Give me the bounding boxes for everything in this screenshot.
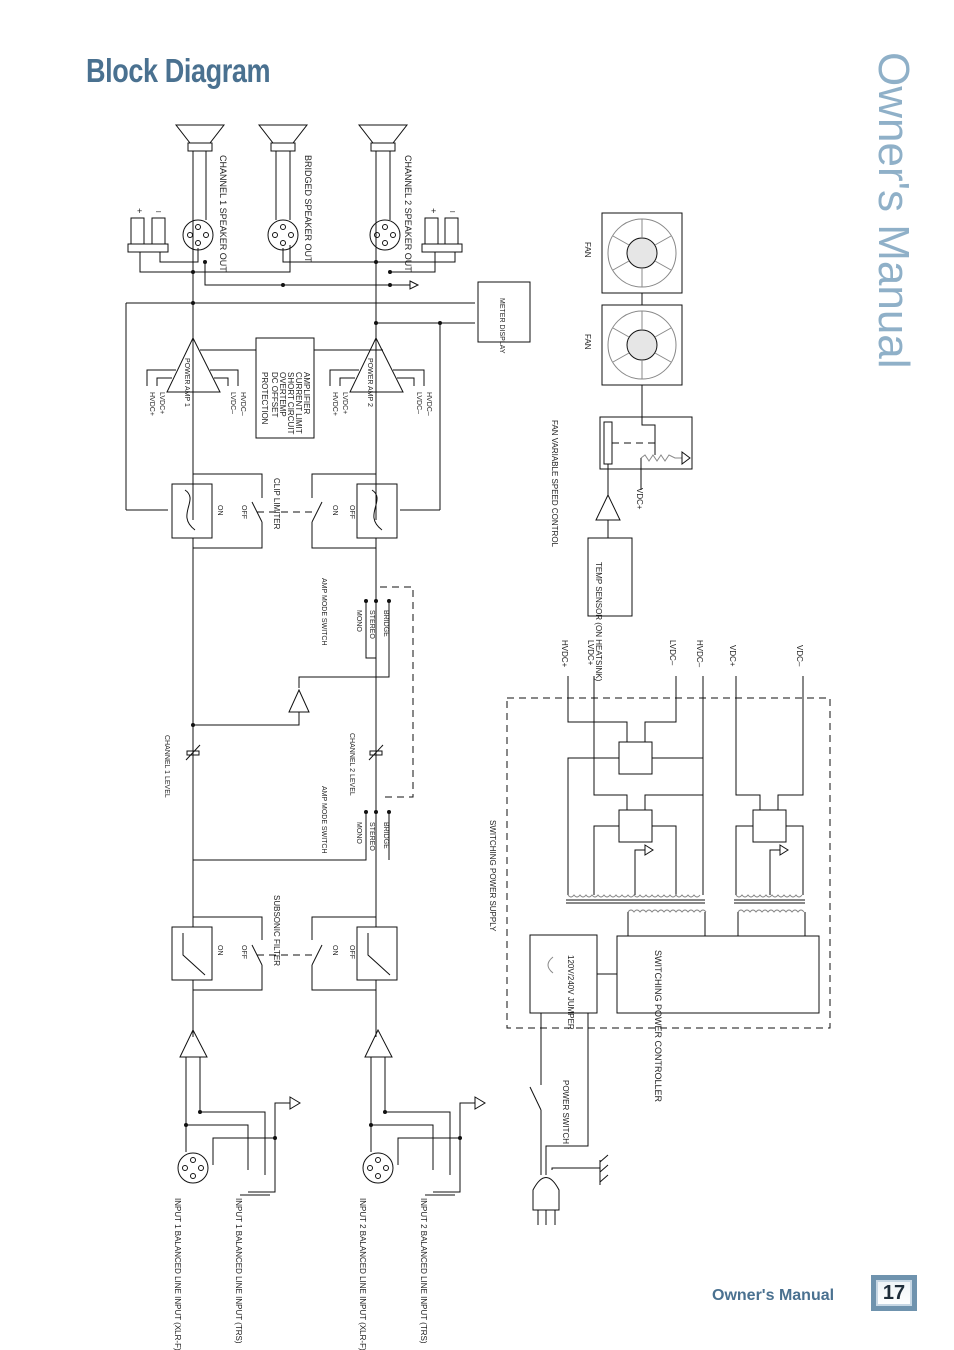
meter-display-label: METER DISPLAY	[498, 298, 505, 354]
block-diagram: + – + – CHANNEL 1 SPEAKER OUT BRIDGED SP…	[125, 124, 831, 1350]
switching-controller-box	[616, 935, 820, 1014]
speakon-ch1	[182, 219, 214, 251]
supply-out-label: HVDC–	[695, 640, 704, 668]
rail-label: LVDC+	[158, 392, 165, 414]
protection-title: PROTECTION	[260, 372, 269, 425]
jumper-label: 120V/240V JUMPER	[566, 955, 575, 1030]
mode-stereo: STEREO	[368, 610, 375, 639]
on-label: ON	[331, 945, 338, 956]
subsonic-filter-label: SUBSONIC FILTER	[272, 895, 281, 966]
minus-label: –	[156, 206, 161, 216]
voltage-jumper-box[interactable]	[529, 934, 598, 1014]
input-amp-2	[364, 1028, 393, 1058]
ground-icon	[599, 1154, 609, 1185]
on-label: ON	[216, 505, 223, 516]
xlr-input-1[interactable]	[177, 1152, 209, 1184]
rectifier-vdc	[752, 809, 787, 843]
protection-item: OVERTEMP	[278, 372, 287, 417]
rail-label: HVDC–	[239, 392, 246, 416]
rail-label: LVDC+	[341, 392, 348, 414]
clip-limiter-ch1	[171, 483, 213, 539]
speakon-ch2	[369, 219, 401, 251]
fan-icon-1	[601, 212, 683, 294]
fan-icon-2	[601, 304, 683, 386]
ch1-level-label: CHANNEL 1 LEVEL	[163, 735, 170, 798]
mode-bridge: BRIDGE	[382, 610, 389, 637]
input2-trs-label: INPUT 2 BALANCED LINE INPUT (TRS)	[419, 1198, 428, 1344]
protection-item: DC OFFSET	[270, 372, 279, 417]
binding-post-ch2	[421, 217, 463, 253]
switching-power-supply-boundary	[506, 697, 831, 1029]
plus-label: +	[431, 206, 436, 216]
power-plug-icon	[532, 1177, 560, 1211]
input1-trs-label: INPUT 1 BALANCED LINE INPUT (TRS)	[234, 1198, 243, 1344]
temp-amp	[595, 493, 621, 521]
clip-limiter-label: CLIP LIMITER	[272, 478, 281, 530]
ch2-out-label: CHANNEL 2 SPEAKER OUT	[403, 155, 413, 272]
rail-label: LVDC–	[229, 392, 236, 414]
fan-control-label: FAN VARIABLE SPEED CONTROL	[550, 420, 559, 548]
vdc-plus-label: VDC+	[635, 488, 644, 510]
subsonic-switch-2	[311, 944, 323, 966]
minus-label: –	[450, 206, 455, 216]
protection-item: SHORT CIRCUIT	[286, 372, 295, 434]
power-switch-label: POWER SWITCH	[561, 1080, 570, 1144]
amp-mode-label-top: AMP MODE SWITCH	[320, 578, 327, 646]
rail-label: HVDC+	[148, 392, 155, 416]
mode-stereo: STEREO	[368, 822, 375, 851]
supply-out-label: VDC–	[795, 645, 804, 667]
ch1-out-label: CHANNEL 1 SPEAKER OUT	[218, 155, 228, 272]
rail-label: HVDC+	[331, 392, 338, 416]
speaker-ch1	[175, 124, 225, 152]
controller-label: SWITCHING POWER CONTROLLER	[653, 950, 663, 1103]
rail-label: LVDC–	[415, 392, 422, 414]
plus-label: +	[137, 206, 142, 216]
clip-limiter-ch2	[356, 483, 398, 539]
amp-mode-label-bottom: AMP MODE SWITCH	[320, 786, 327, 854]
off-label: OFF	[348, 505, 355, 519]
speaker-bridged	[258, 124, 308, 152]
mode-bridge: BRIDGE	[382, 822, 389, 849]
bridged-out-label: BRIDGED SPEAKER OUT	[303, 155, 313, 263]
clip-switch-2	[311, 501, 323, 523]
supply-out-label: HVDC+	[560, 640, 569, 668]
on-label: ON	[331, 505, 338, 516]
inverter-amp	[288, 688, 310, 713]
protection-item: AMPLIFIER	[302, 372, 311, 414]
fan-label: FAN	[583, 334, 592, 350]
binding-post-ch1	[127, 217, 169, 253]
power-switch[interactable]	[529, 1086, 542, 1111]
speaker-ch2	[358, 124, 408, 152]
rail-label: HVDC–	[425, 392, 432, 416]
power-amp-1-label: POWER AMP 1	[183, 358, 190, 407]
page-number: 17	[871, 1275, 917, 1311]
switching-power-supply-label: SWITCHING POWER SUPPLY	[488, 820, 497, 932]
mode-mono: MONO	[355, 822, 362, 844]
ch2-level-label: CHANNEL 2 LEVEL	[348, 733, 355, 796]
off-label: OFF	[348, 945, 355, 959]
on-label: ON	[216, 945, 223, 956]
xlr-input-2[interactable]	[362, 1152, 394, 1184]
rectifier-hv	[618, 741, 653, 775]
off-label: OFF	[240, 945, 247, 959]
input2-xlr-label: INPUT 2 BALANCED LINE INPUT (XLR-F)	[358, 1198, 367, 1350]
supply-out-label: LVDC+	[586, 640, 595, 666]
off-label: OFF	[240, 505, 247, 519]
input1-xlr-label: INPUT 1 BALANCED LINE INPUT (XLR-F)	[173, 1198, 182, 1350]
subsonic-filter-ch2	[356, 926, 398, 981]
supply-out-label: VDC+	[728, 645, 737, 667]
footer-label: Owner's Manual	[712, 1287, 835, 1304]
mode-mono: MONO	[355, 610, 362, 632]
rectifier-lv	[618, 809, 653, 843]
fan-label: FAN	[583, 242, 592, 258]
supply-out-label: LVDC–	[668, 640, 677, 666]
speakon-bridged	[267, 219, 299, 251]
subsonic-filter-ch1	[171, 926, 213, 981]
power-amp-2-label: POWER AMP 2	[366, 358, 373, 407]
protection-item: CURRENT LIMIT	[294, 372, 303, 434]
